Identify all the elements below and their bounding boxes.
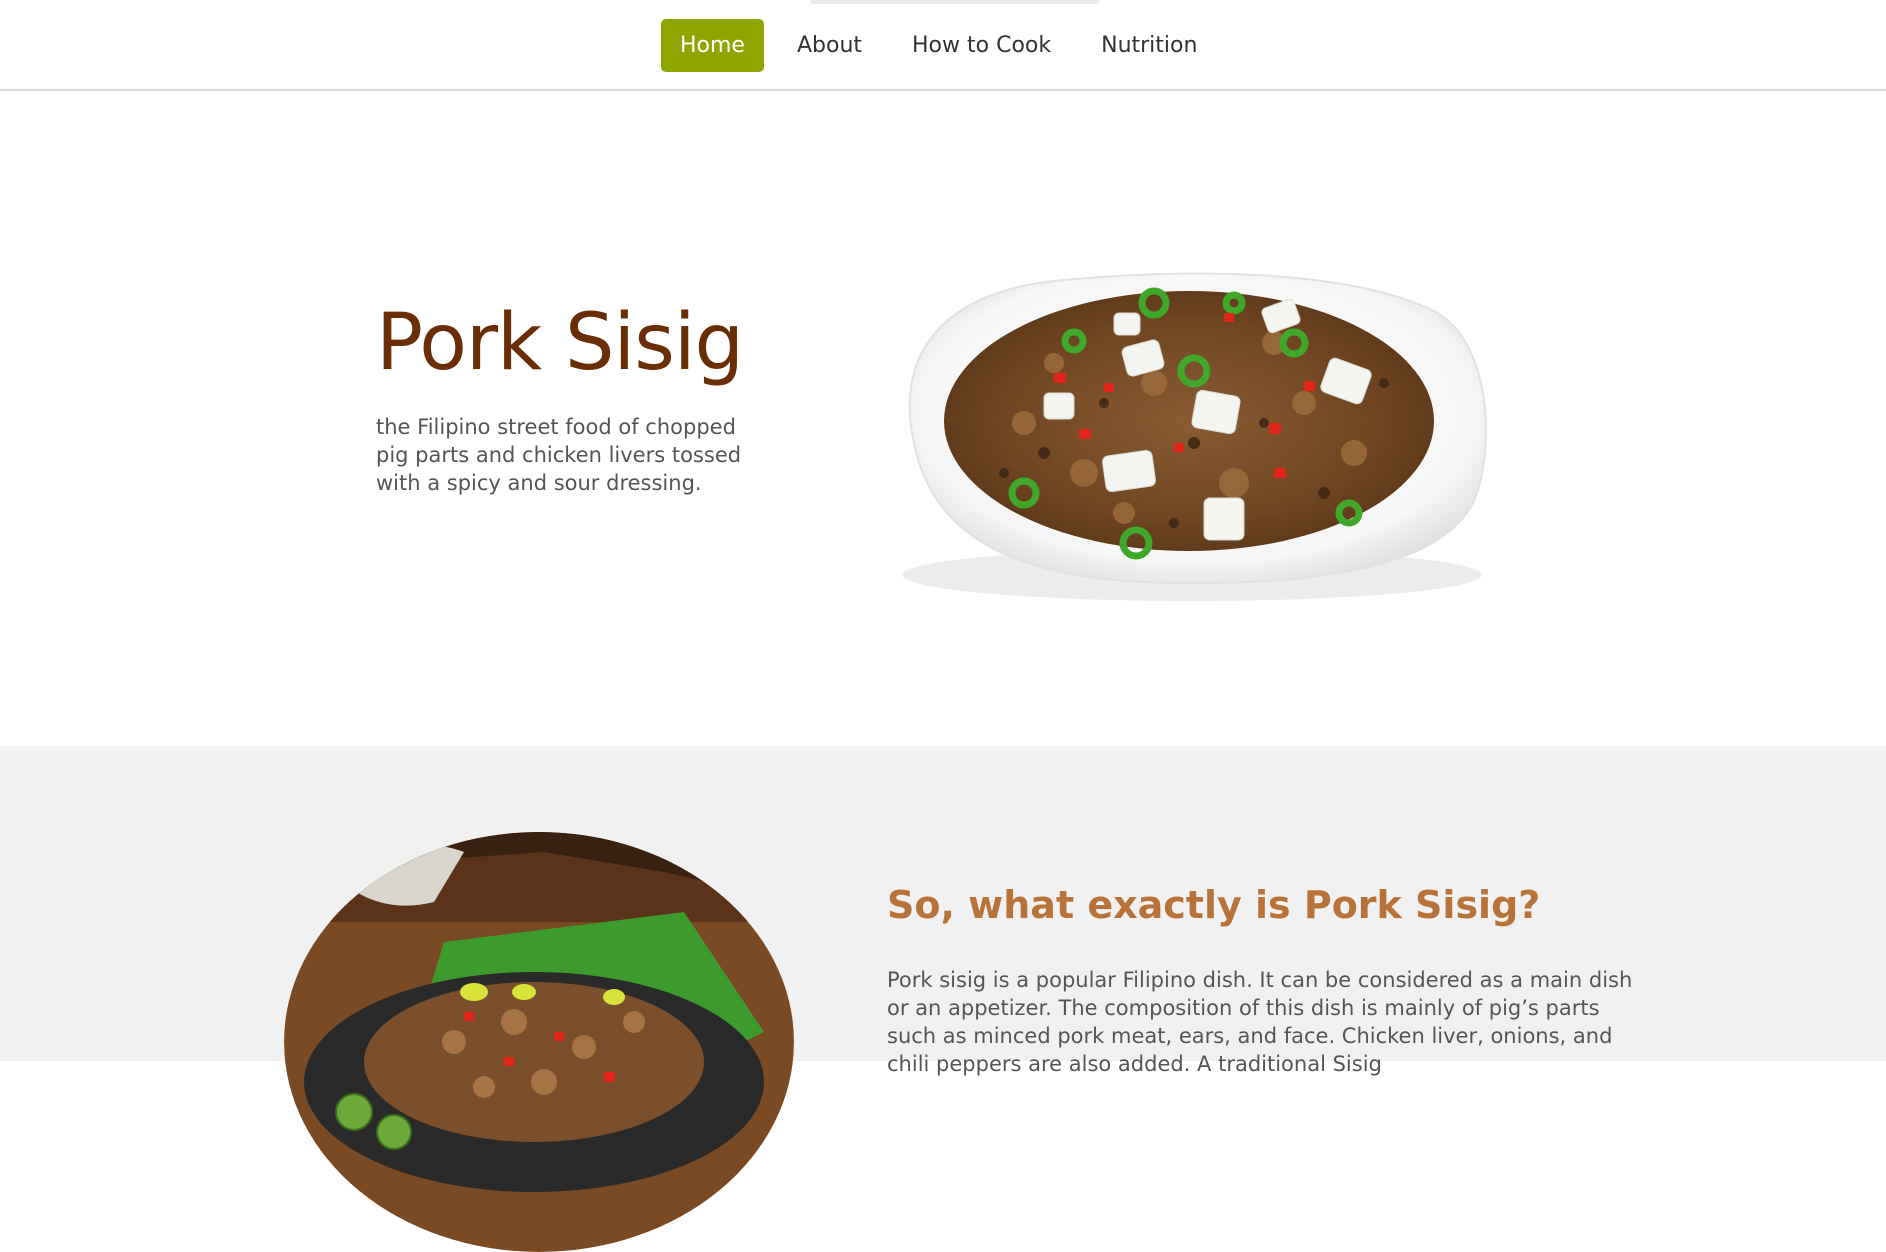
nav-item-nutrition[interactable]: Nutrition [1082,19,1216,72]
hero-description: the Filipino street food of chopped pig … [376,415,742,495]
pork-sisig-plate-image [902,272,1487,601]
about-heading: So, what exactly is Pork Sisig? [887,883,1541,927]
sisig-sizzling-plate-image [284,832,794,1252]
about-paragraph: Pork sisig is a popular Filipino dish. I… [887,968,1633,1076]
nav-menu: Home About How to Cook Nutrition [661,19,1228,72]
nav-item-how-to-cook[interactable]: How to Cook [893,19,1070,72]
nav-item-home[interactable]: Home [661,19,764,72]
nav-top-tab [810,0,1100,4]
about-section: So, what exactly is Pork Sisig? Pork sis… [0,746,1886,1252]
hero-title: Pork Sisig [376,298,744,388]
hero-section: Pork Sisig the Filipino street food of c… [0,93,1886,746]
top-navigation: Home About How to Cook Nutrition [0,0,1886,91]
nav-item-about[interactable]: About [778,19,881,72]
